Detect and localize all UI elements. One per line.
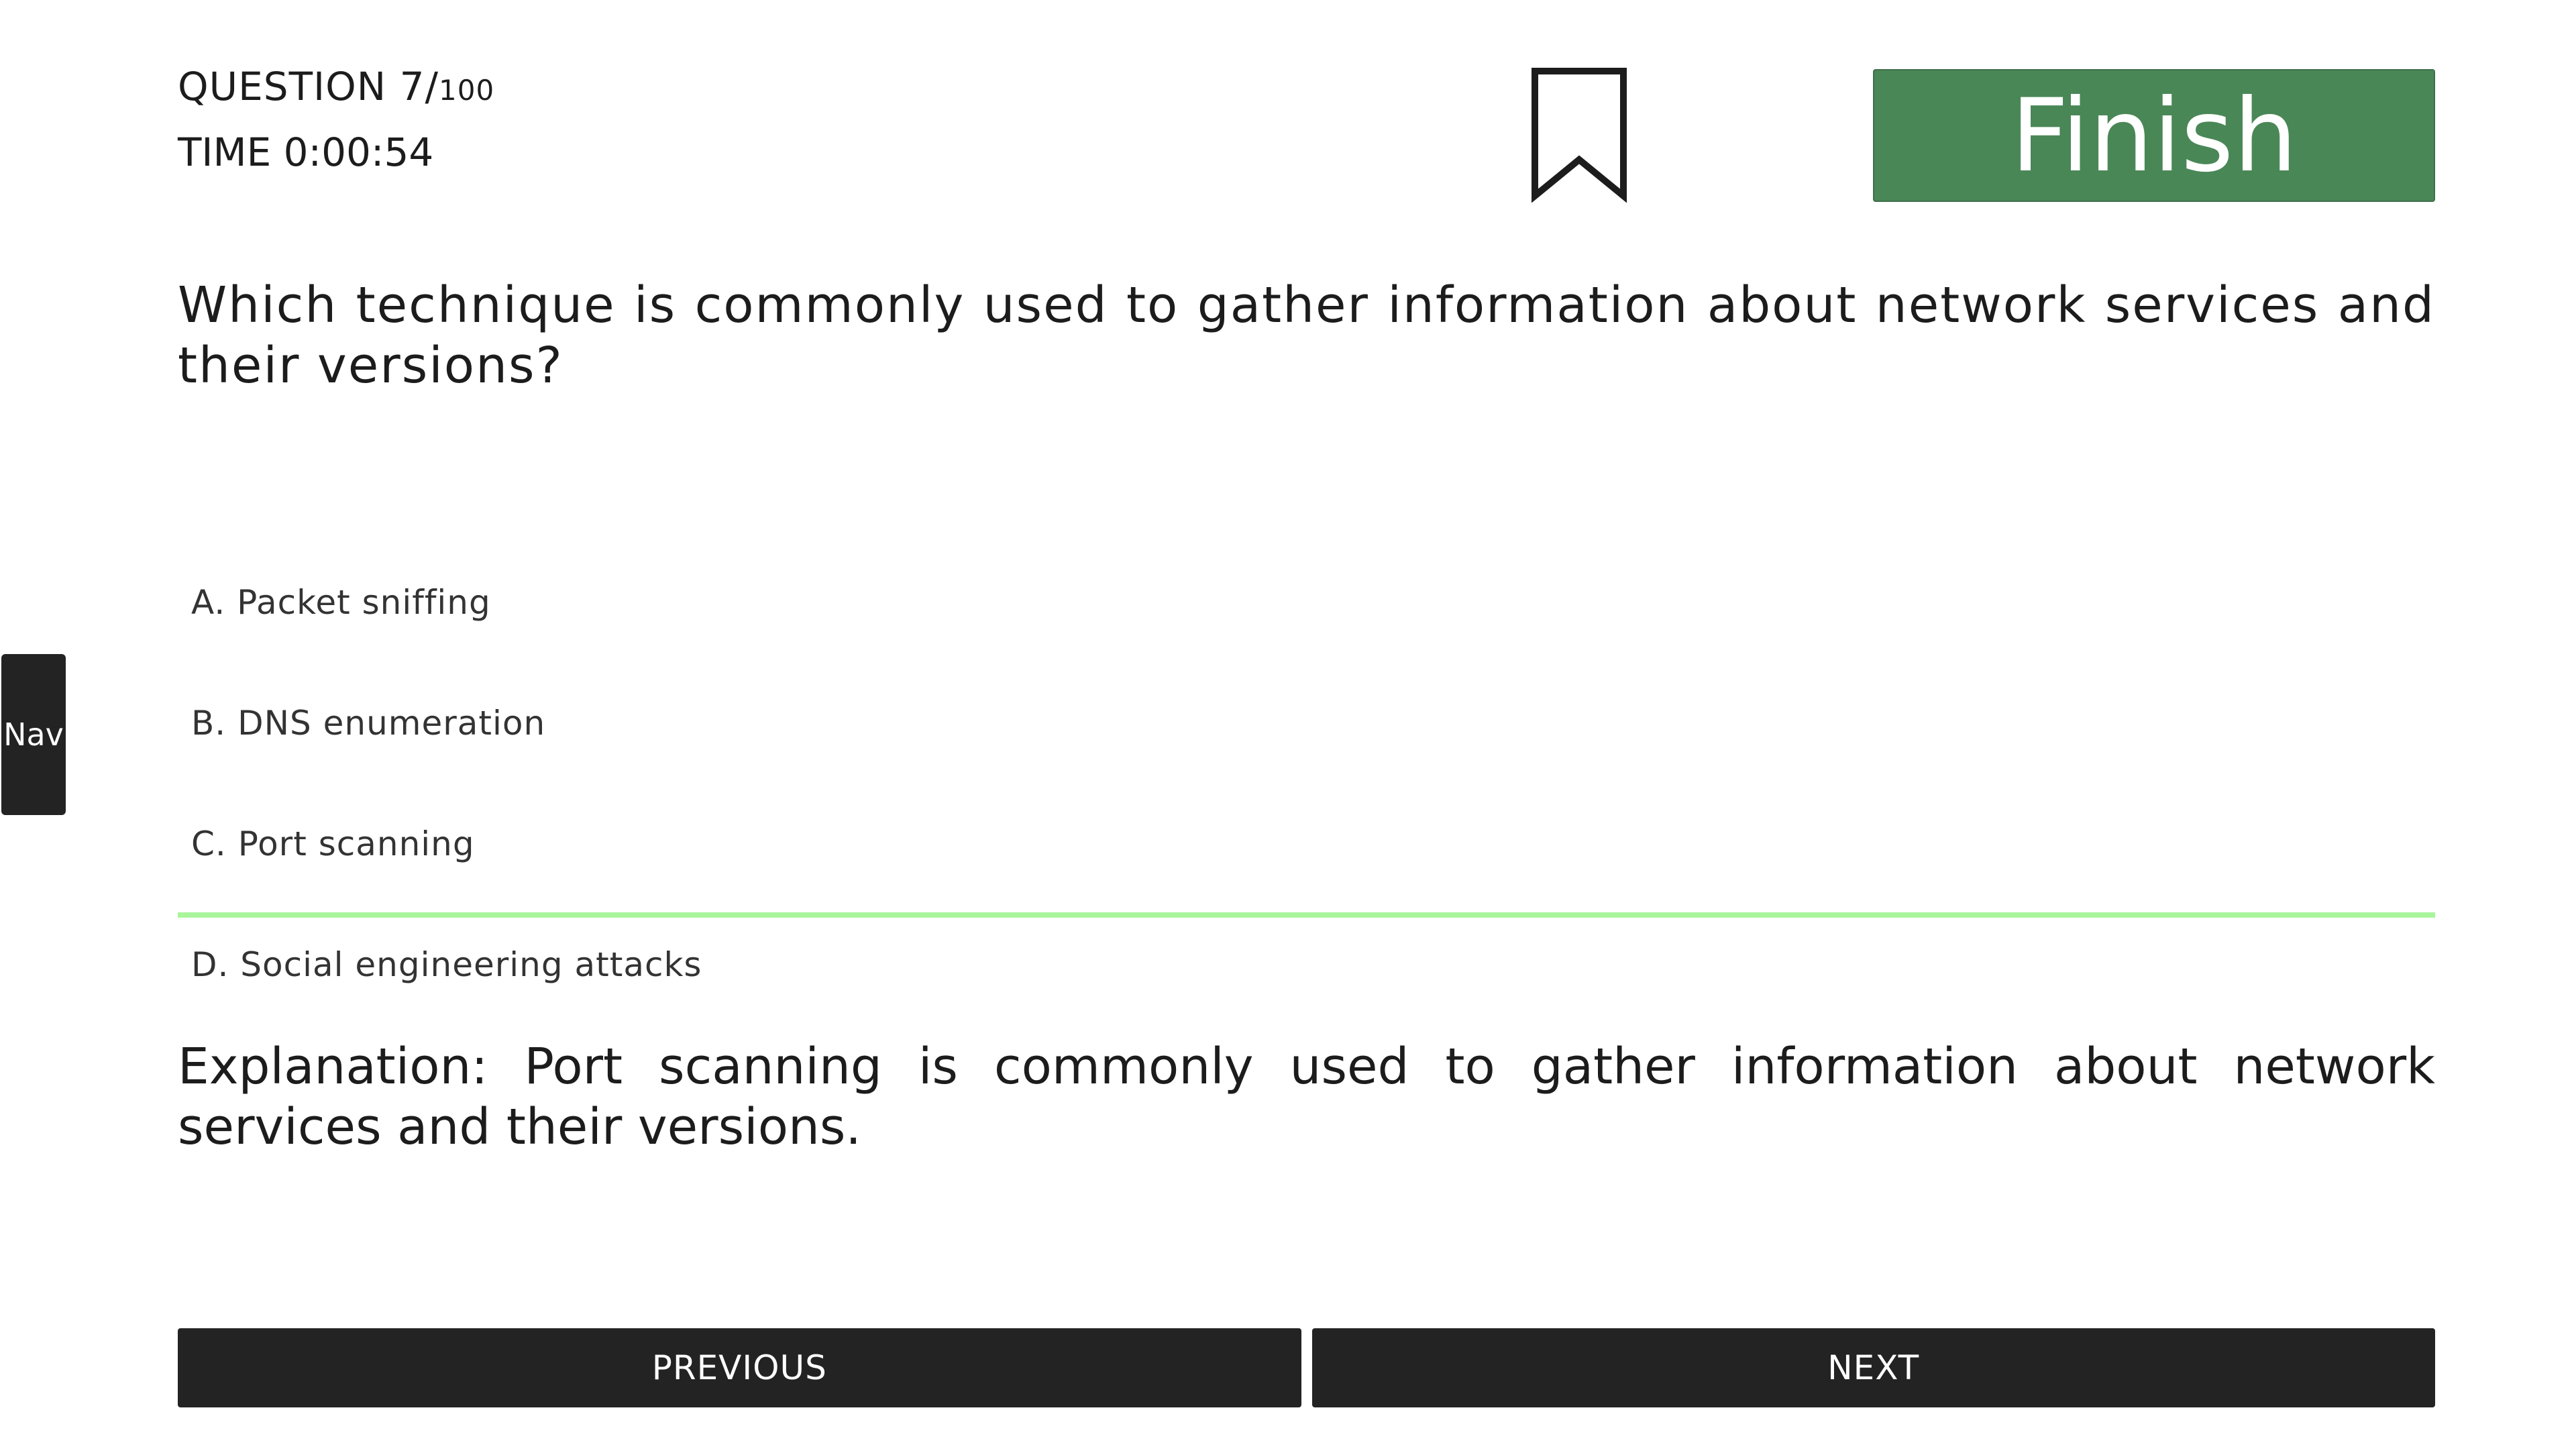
question-counter-total: 100 bbox=[439, 74, 495, 107]
quiz-page: QUESTION 7/100 TIME 0:00:54 Finish Which… bbox=[0, 0, 2576, 1449]
question-counter: QUESTION 7/100 bbox=[178, 64, 494, 111]
option-b[interactable]: B. DNS enumeration bbox=[178, 676, 2435, 797]
footer-navigation: PREVIOUS NEXT bbox=[178, 1328, 2435, 1407]
answer-options: A. Packet sniffing B. DNS enumeration C.… bbox=[178, 555, 2435, 1038]
bookmark-icon bbox=[1532, 68, 1627, 203]
option-a[interactable]: A. Packet sniffing bbox=[178, 555, 2435, 676]
nav-tab[interactable]: Nav bbox=[1, 654, 66, 815]
explanation-text: Explanation: Port scanning is commonly u… bbox=[178, 1038, 2435, 1156]
question-counter-label: QUESTION 7/ bbox=[178, 64, 439, 109]
question-text: Which technique is commonly used to gath… bbox=[178, 276, 2435, 394]
next-button[interactable]: NEXT bbox=[1311, 1328, 2435, 1407]
previous-button[interactable]: PREVIOUS bbox=[178, 1328, 1301, 1407]
option-d[interactable]: D. Social engineering attacks bbox=[178, 918, 2435, 1038]
quiz-status: QUESTION 7/100 TIME 0:00:54 bbox=[178, 64, 494, 176]
finish-button[interactable]: Finish bbox=[1873, 69, 2435, 202]
timer: TIME 0:00:54 bbox=[178, 129, 434, 175]
option-c[interactable]: C. Port scanning bbox=[178, 797, 2435, 918]
bookmark-button[interactable] bbox=[1529, 67, 1629, 205]
